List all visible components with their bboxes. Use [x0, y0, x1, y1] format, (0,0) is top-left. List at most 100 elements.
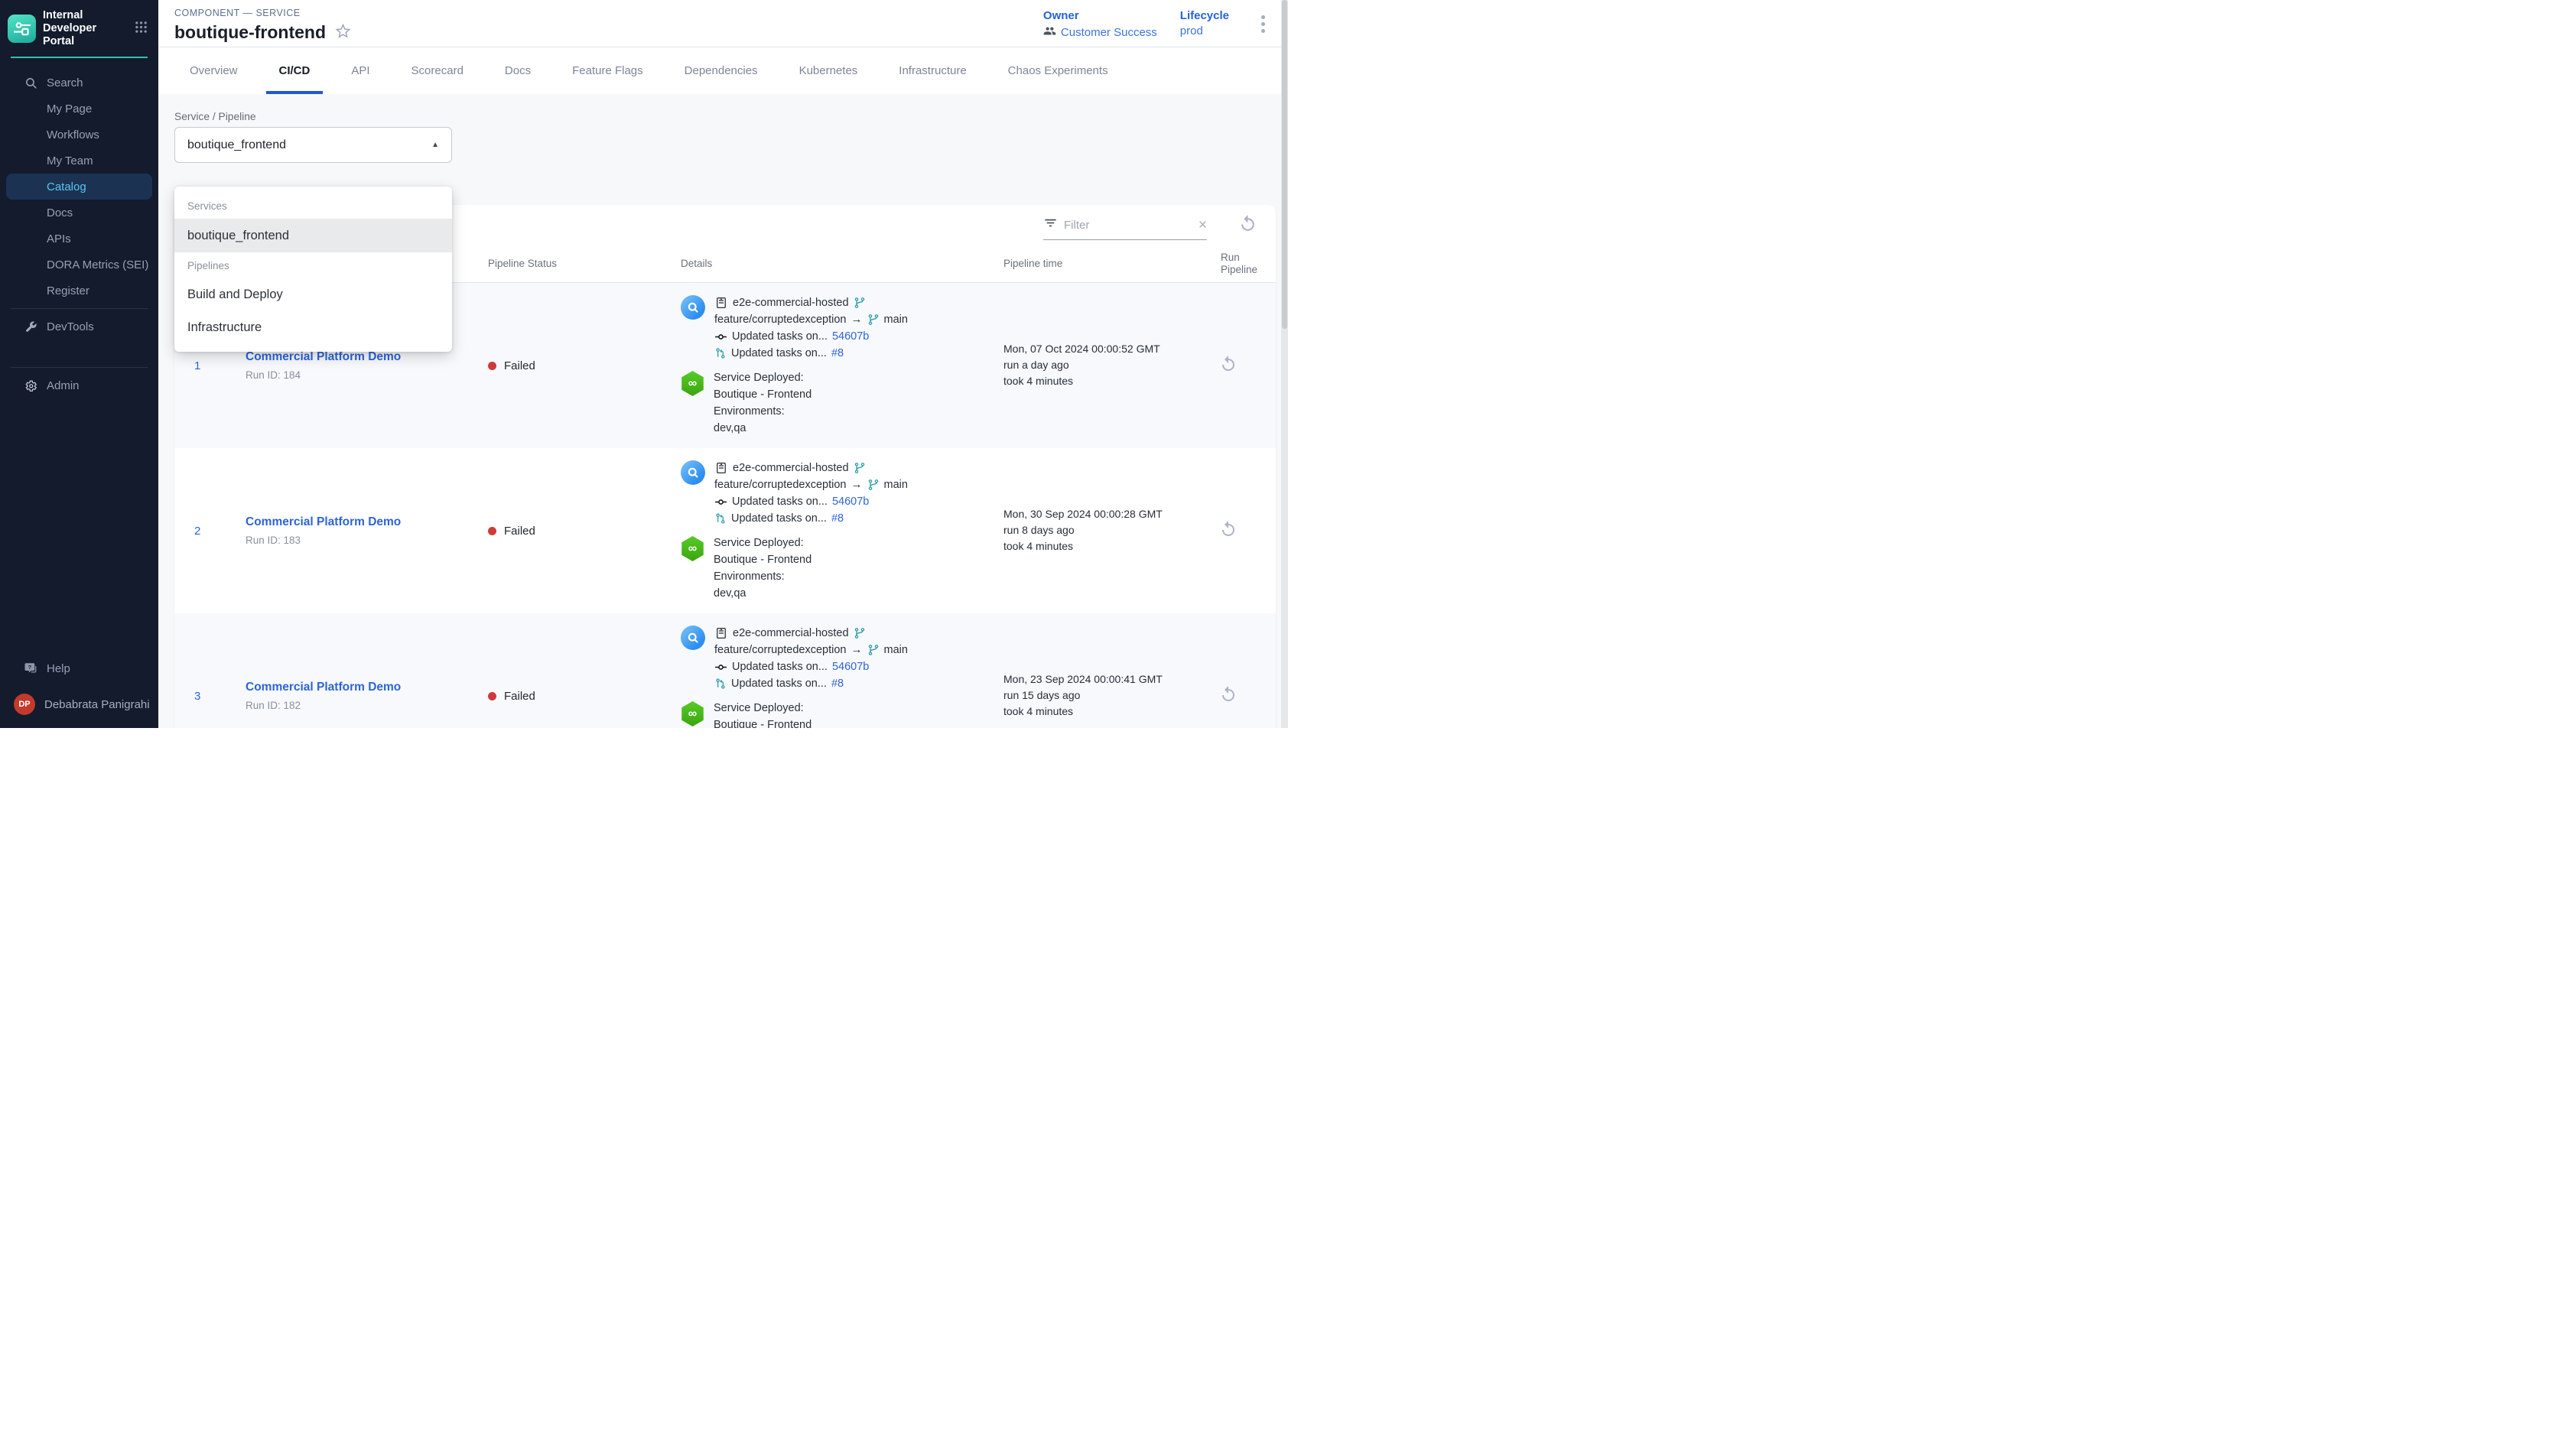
menu-item-pipeline[interactable]: Infrastructure [174, 311, 452, 344]
sidebar-item-help[interactable]: ? Help [6, 655, 152, 681]
pipeline-time: Mon, 07 Oct 2024 00:00:52 GMTrun a day a… [1003, 342, 1207, 390]
commit-link[interactable]: 54607b [832, 658, 869, 675]
lifecycle-block: Lifecycle prod [1180, 9, 1229, 37]
page-title: boutique-frontend [174, 22, 326, 43]
retry-icon[interactable] [1219, 520, 1238, 538]
sidebar-item-label: DevTools [47, 320, 94, 333]
page-scrollbar[interactable] [1281, 0, 1288, 728]
filter-input[interactable] [1064, 219, 1192, 232]
sidebar-item-catalog[interactable]: Catalog [6, 174, 152, 200]
sidebar-item-register[interactable]: Register [6, 278, 152, 304]
cicd-content: Service / Pipeline boutique_frontend ▲ S… [158, 94, 1288, 728]
status-failed-dot-icon [488, 362, 496, 370]
ci-stage-icon [681, 460, 705, 485]
arrow-right-icon: → [851, 311, 863, 328]
ci-stage-icon [681, 626, 705, 650]
tab-label: CI/CD [279, 64, 311, 77]
menu-item-pipeline[interactable]: Build and Deploy [174, 278, 452, 311]
run-date: Mon, 23 Sep 2024 00:00:41 GMT [1003, 672, 1207, 687]
owner-block: Owner Customer Success [1043, 9, 1157, 41]
branch-icon [867, 479, 880, 491]
tab-label: Feature Flags [572, 64, 643, 77]
avatar: DP [14, 694, 35, 715]
cd-stage-icon: ∞ [681, 701, 704, 726]
tab-docs[interactable]: Docs [484, 47, 551, 94]
sidebar-item-docs[interactable]: Docs [6, 200, 152, 226]
sidebar-item-search[interactable]: Search [6, 70, 152, 96]
sidebar-item-my-page[interactable]: My Page [6, 96, 152, 122]
lifecycle-value: prod [1180, 24, 1203, 37]
scrollbar-thumb[interactable] [1282, 0, 1287, 329]
kebab-menu-icon[interactable] [1258, 9, 1268, 39]
app-title: Internal Developer Portal [43, 9, 128, 48]
tab-scorecard[interactable]: Scorecard [391, 47, 484, 94]
tab-feature-flags[interactable]: Feature Flags [551, 47, 664, 94]
sidebar-item-label: Docs [47, 206, 73, 219]
run-id: Run ID: 182 [246, 700, 485, 711]
retry-icon[interactable] [1219, 355, 1238, 373]
run-duration: took 4 minutes [1003, 374, 1207, 388]
commit-link[interactable]: 54607b [832, 328, 869, 345]
picker-label: Service / Pipeline [174, 111, 452, 122]
run-ago: run 8 days ago [1003, 523, 1207, 538]
brand: Internal Developer Portal [0, 0, 158, 48]
pr-message: Updated tasks on... [731, 510, 827, 527]
sidebar-item-devtools[interactable]: DevTools [6, 314, 152, 340]
run-duration: took 4 minutes [1003, 539, 1207, 554]
pull-request-icon [714, 512, 727, 525]
help-icon: ? [23, 661, 38, 676]
star-icon[interactable] [335, 23, 351, 43]
service-pipeline-picker: Service / Pipeline boutique_frontend ▲ S… [174, 111, 452, 163]
repository-icon [714, 626, 728, 640]
run-details: e2e-commercial-hostedfeature/corruptedex… [681, 287, 1003, 444]
sidebar-item-dora-metrics-sei[interactable]: DORA Metrics (SEI) [6, 252, 152, 278]
commit-link[interactable]: 54607b [832, 493, 869, 510]
service-pipeline-select[interactable]: boutique_frontend ▲ [174, 127, 452, 163]
run-id: Run ID: 183 [246, 535, 485, 546]
menu-item-service[interactable]: boutique_frontend [174, 219, 452, 252]
pr-link[interactable]: #8 [831, 345, 844, 362]
sidebar-item-admin[interactable]: Admin [6, 372, 152, 398]
pipeline-link[interactable]: Commercial Platform Demo [246, 350, 401, 363]
sidebar-item-label: Catalog [47, 180, 86, 193]
refresh-icon[interactable] [1238, 214, 1257, 237]
owner-label: Owner [1043, 9, 1157, 22]
wrench-icon [23, 319, 38, 334]
pipeline-link[interactable]: Commercial Platform Demo [246, 681, 401, 694]
branch-icon [854, 462, 866, 474]
column-header: Pipeline time [1003, 258, 1207, 269]
tab-label: Kubernetes [799, 64, 858, 77]
tab-dependencies[interactable]: Dependencies [664, 47, 779, 94]
user-menu[interactable]: DP Debabrata Panigrahi [0, 693, 158, 728]
tab-infrastructure[interactable]: Infrastructure [878, 47, 987, 94]
entity-title-block: COMPONENT — SERVICE boutique-frontend [174, 8, 351, 43]
owner-link[interactable]: Customer Success [1061, 26, 1157, 39]
sidebar-item-my-team[interactable]: My Team [6, 148, 152, 174]
environments-label: Environments: [714, 403, 812, 420]
run-id: Run ID: 184 [246, 369, 485, 381]
pipeline-link[interactable]: Commercial Platform Demo [246, 515, 401, 528]
apps-grid-icon[interactable] [135, 21, 148, 37]
app-logo-icon[interactable] [8, 15, 36, 43]
clear-filter-icon[interactable]: × [1199, 218, 1207, 232]
run-index: 2 [174, 525, 246, 538]
tab-chaos-experiments[interactable]: Chaos Experiments [987, 47, 1129, 94]
pull-request-icon [714, 347, 727, 359]
menu-section-services: Services [174, 193, 452, 219]
retry-icon[interactable] [1219, 685, 1238, 704]
pr-link[interactable]: #8 [831, 675, 844, 692]
tab-kubernetes[interactable]: Kubernetes [779, 47, 879, 94]
tab-overview[interactable]: Overview [169, 47, 259, 94]
status-label: Failed [504, 359, 535, 372]
sidebar-item-workflows[interactable]: Workflows [6, 122, 152, 148]
svg-text:?: ? [28, 664, 32, 671]
pr-link[interactable]: #8 [831, 510, 844, 527]
tab-api[interactable]: API [330, 47, 390, 94]
environments-value: dev,qa [714, 585, 812, 602]
pr-message: Updated tasks on... [731, 675, 827, 692]
cd-stage-icon: ∞ [681, 371, 704, 396]
tab-ci-cd[interactable]: CI/CD [259, 47, 331, 94]
gear-icon [23, 378, 38, 393]
sidebar-item-apis[interactable]: APIs [6, 226, 152, 252]
sidebar-item-label: DORA Metrics (SEI) [47, 258, 148, 271]
